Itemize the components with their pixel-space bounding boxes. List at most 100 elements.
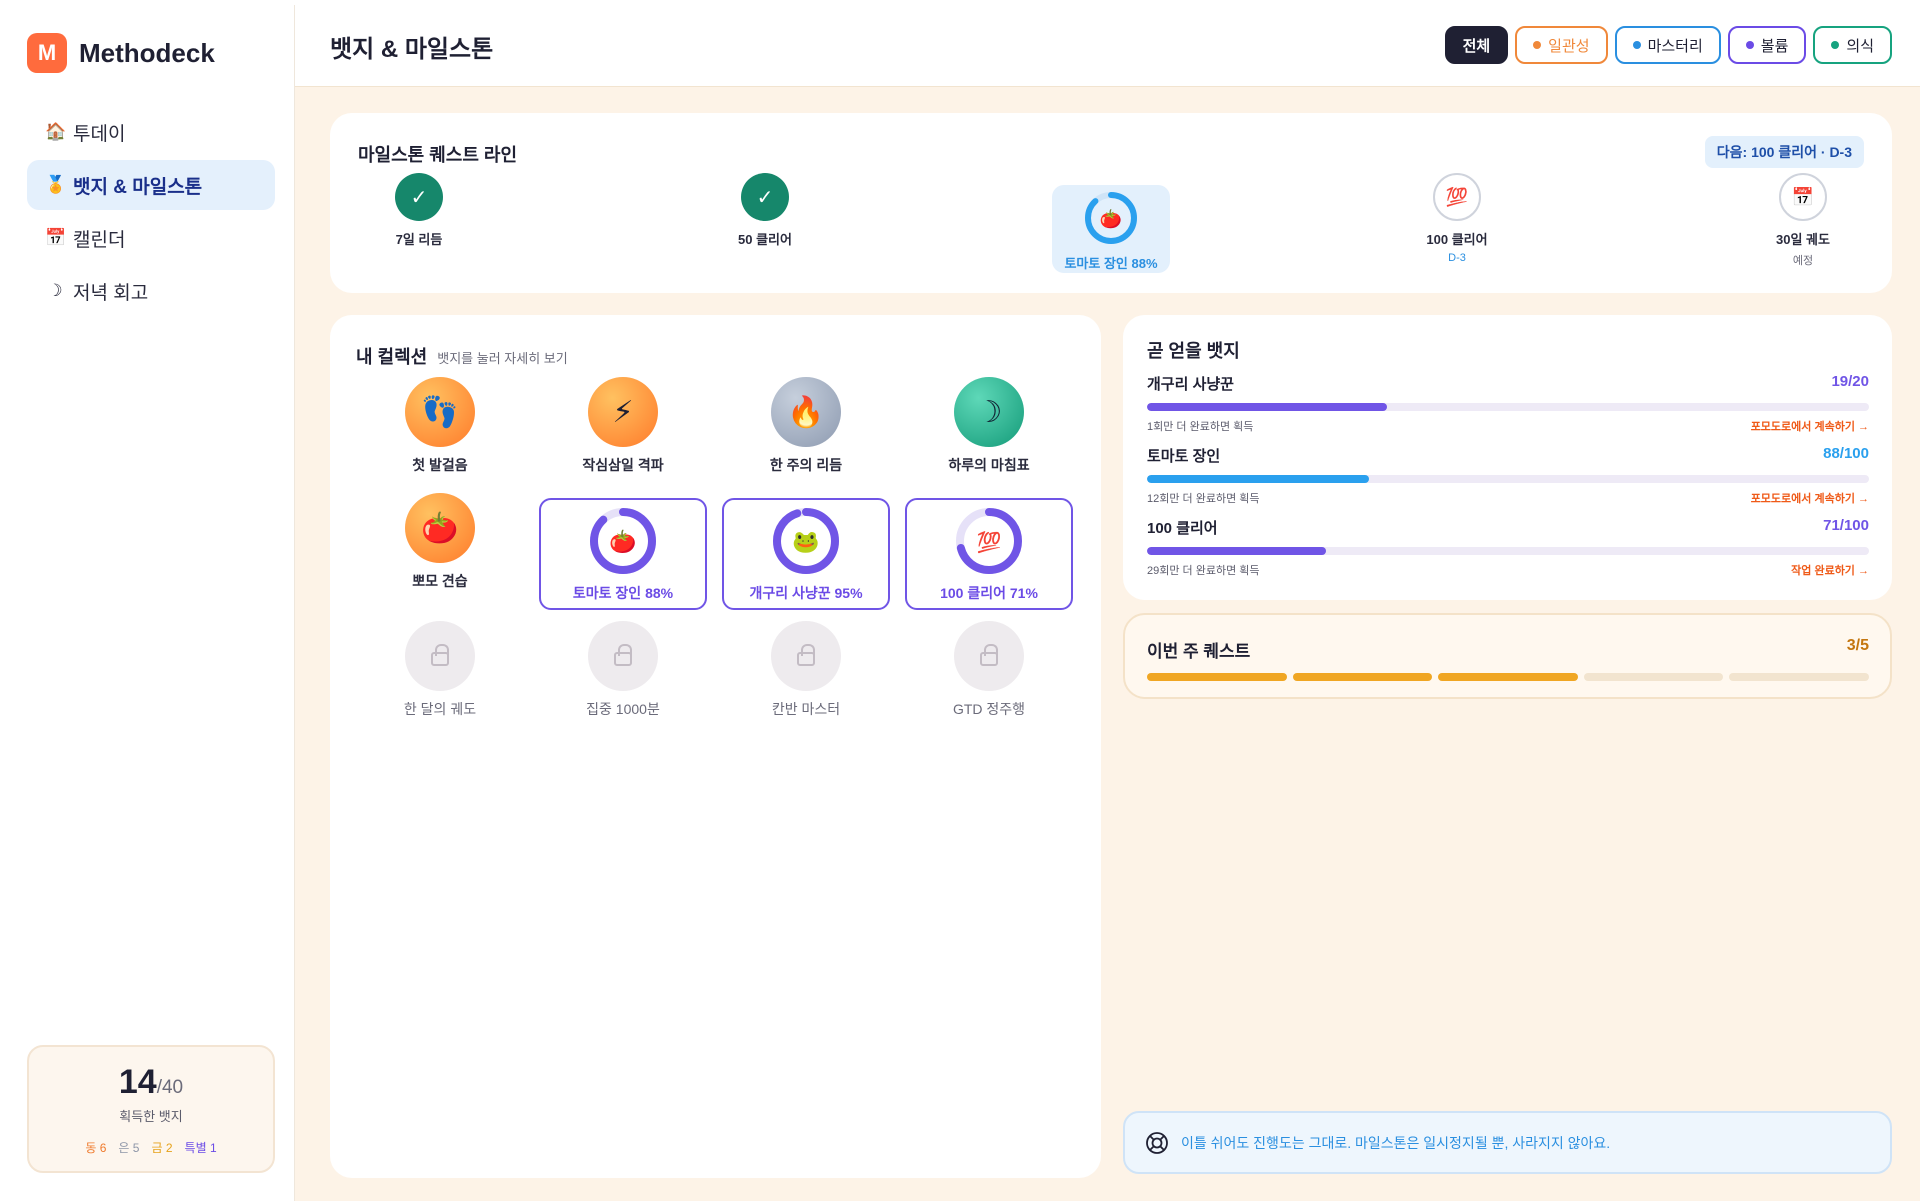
filter-volume[interactable]: 볼륨 (1727, 26, 1807, 64)
next-milestone-pill: 다음: 100 클리어 · D-3 (1704, 136, 1864, 168)
milestone-tomato-master[interactable]: 🍅 토마토 장인 88% (1052, 185, 1170, 273)
upcoming-hint: 12회만 더 완료하면 획득 (1147, 493, 1260, 505)
weekly-quest-segment (1292, 673, 1433, 681)
sidebar-item-today[interactable]: 🏠 투데이 (27, 107, 275, 157)
milestone-label: 100 클리어 (1426, 232, 1488, 247)
home-icon: 🏠 (45, 122, 67, 141)
sidebar-item-label: 투데이 (73, 123, 126, 145)
badge-summary-card: 14/40 획득한 뱃지 동 6 은 5 금 2 특별 1 (27, 1045, 275, 1173)
filter-mastery[interactable]: 마스터리 (1614, 26, 1721, 64)
milestone-due: D-3 (1448, 252, 1466, 264)
badge-label: GTD 정주행 (952, 701, 1026, 717)
check-icon: ✓ (395, 173, 443, 221)
filter-dot-icon (1632, 41, 1641, 49)
badge-label: 토마토 장인 88% (572, 585, 674, 601)
milestone-7day-rhythm[interactable]: ✓ 7일 리듬 (339, 173, 499, 248)
milestone-100-clear[interactable]: 💯 100 클리어 D-3 (1377, 173, 1537, 264)
weekly-quest-title: 이번 주 퀘스트 (1147, 642, 1251, 661)
badge-tier-breakdown: 동 6 은 5 금 2 특별 1 (29, 1139, 273, 1156)
badge-100-clear[interactable]: 💯 100 클리어 71% (905, 498, 1073, 610)
weekly-quest-progress (1147, 673, 1869, 681)
calendar-icon: 📅 (45, 228, 67, 247)
tomato-icon: 🍅 (609, 529, 636, 555)
tier-gold: 금 2 (151, 1141, 173, 1155)
sidebar-item-calendar[interactable]: 📅 캘린더 (27, 213, 275, 263)
progress-ring: 🍅 (1085, 192, 1137, 244)
page-title: 뱃지 & 마일스톤 (330, 36, 494, 63)
badge-kanban-master-locked[interactable]: 칸반 마스터 (722, 621, 890, 733)
milestone-30day-orbit[interactable]: 📅 30일 궤도 예정 (1723, 173, 1883, 268)
filter-dot-icon (1745, 41, 1754, 49)
filter-ritual[interactable]: 의식 (1813, 26, 1892, 64)
tomato-icon: 🍅 (405, 493, 475, 563)
progress-fill (1147, 547, 1327, 555)
badge-count-label: 획득한 뱃지 (119, 1109, 183, 1124)
progress-fill (1147, 403, 1388, 411)
tomato-icon: 🍅 (1100, 208, 1122, 230)
check-icon: ✓ (741, 173, 789, 221)
continue-pomodoro-link[interactable]: 포모도로에서 계속하기 → (1751, 418, 1869, 434)
tier-special: 특별 1 (184, 1141, 217, 1155)
badge-count: 14/40 (29, 1063, 273, 1102)
hundred-icon: 💯 (1433, 173, 1481, 221)
brand-name: Methodeck (79, 37, 215, 68)
pause-info-text: 이틀 쉬어도 진행도는 그대로. 마일스톤은 일시정지될 뿐, 사라지지 않아요… (1181, 1134, 1611, 1151)
milestone-50-clear[interactable]: ✓ 50 클리어 (685, 173, 845, 248)
upcoming-count: 71/100 (1823, 517, 1869, 534)
filter-label: 볼륨 (1760, 37, 1789, 55)
filter-all[interactable]: 전체 (1444, 26, 1509, 64)
badge-gtd-run-locked[interactable]: GTD 정주행 (905, 621, 1073, 733)
upcoming-name: 토마토 장인 (1147, 448, 1221, 465)
badge-focus-1000-locked[interactable]: 집중 1000분 (539, 621, 707, 733)
sidebar-item-badges[interactable]: 🏅 뱃지 & 마일스톤 (27, 160, 275, 210)
continue-pomodoro-link[interactable]: 포모도로에서 계속하기 → (1751, 490, 1869, 506)
filter-label: 마스터리 (1647, 37, 1703, 55)
sidebar-item-label: 뱃지 & 마일스톤 (73, 176, 203, 198)
milestone-label: 50 클리어 (738, 232, 792, 247)
lock-icon (588, 621, 658, 691)
badge-week-rhythm[interactable]: 🔥 한 주의 리듬 (722, 377, 890, 489)
upcoming-progress-bar (1147, 403, 1869, 411)
milestone-label: 토마토 장인 88% (1064, 256, 1158, 271)
milestone-quest-line: 마일스톤 퀘스트 라인 다음: 100 클리어 · D-3 ✓ 7일 리듬 ✓ … (330, 113, 1892, 293)
badge-label: 집중 1000분 (586, 701, 660, 717)
badge-first-step[interactable]: 👣 첫 발걸음 (356, 377, 524, 489)
badge-day-period[interactable]: ☽ 하루의 마침표 (905, 377, 1073, 489)
badge-frog-hunter[interactable]: 🐸 개구리 사냥꾼 95% (722, 498, 890, 610)
badge-tomato-master[interactable]: 🍅 토마토 장인 88% (539, 498, 707, 610)
sidebar-item-evening-review[interactable]: ☽ 저녁 회고 (27, 266, 275, 316)
tier-bronze: 동 6 (85, 1141, 107, 1155)
upcoming-title: 곧 얻을 뱃지 (1147, 341, 1240, 361)
app-window: M Methodeck 🏠 투데이 🏅 뱃지 & 마일스톤 📅 캘린더 ☽ 저녁… (7, 5, 1920, 1201)
complete-task-link[interactable]: 작업 완료하기 → (1791, 562, 1869, 578)
badge-count-total: /40 (156, 1077, 184, 1098)
sidebar-item-label: 캘린더 (73, 229, 126, 251)
footprints-icon: 👣 (405, 377, 475, 447)
badge-label: 한 달의 궤도 (403, 701, 477, 717)
brand[interactable]: M Methodeck (27, 33, 215, 73)
badge-pomo-apprentice[interactable]: 🍅 뽀모 견습 (356, 493, 524, 605)
upcoming-item: 100 클리어 71/100 29회만 더 완료하면 획득 작업 완료하기 → (1147, 517, 1869, 578)
badge-three-day-breaker[interactable]: ⚡ 작심삼일 격파 (539, 377, 707, 489)
progress-ring: 💯 (956, 508, 1022, 574)
lock-icon (954, 621, 1024, 691)
main-content: 뱃지 & 마일스톤 전체 일관성 마스터리 볼륨 의식 마일스톤 퀘스트 라인 … (295, 5, 1920, 1201)
milestone-label: 7일 리듬 (395, 232, 443, 247)
filter-dot-icon (1831, 41, 1840, 49)
upcoming-hint: 1회만 더 완료하면 획득 (1147, 421, 1254, 433)
progress-ring: 🐸 (773, 508, 839, 574)
medal-icon: 🏅 (45, 175, 67, 194)
progress-ring: 🍅 (590, 508, 656, 574)
badge-month-orbit-locked[interactable]: 한 달의 궤도 (356, 621, 524, 733)
hundred-icon: 💯 (977, 530, 1002, 554)
lightning-icon: ⚡ (588, 377, 658, 447)
moon-icon: ☽ (954, 377, 1024, 447)
filter-consistency[interactable]: 일관성 (1515, 26, 1608, 64)
collection-title: 내 컬렉션 (356, 347, 428, 367)
pause-info-note: 이틀 쉬어도 진행도는 그대로. 마일스톤은 일시정지될 뿐, 사라지지 않아요… (1123, 1111, 1892, 1174)
sidebar: M Methodeck 🏠 투데이 🏅 뱃지 & 마일스톤 📅 캘린더 ☽ 저녁… (7, 5, 295, 1201)
upcoming-name: 100 클리어 (1147, 520, 1218, 537)
upcoming-item: 개구리 사냥꾼 19/20 1회만 더 완료하면 획득 포모도로에서 계속하기 … (1147, 373, 1869, 434)
badge-label: 개구리 사냥꾼 95% (749, 585, 863, 601)
upcoming-item: 토마토 장인 88/100 12회만 더 완료하면 획득 포모도로에서 계속하기… (1147, 445, 1869, 506)
